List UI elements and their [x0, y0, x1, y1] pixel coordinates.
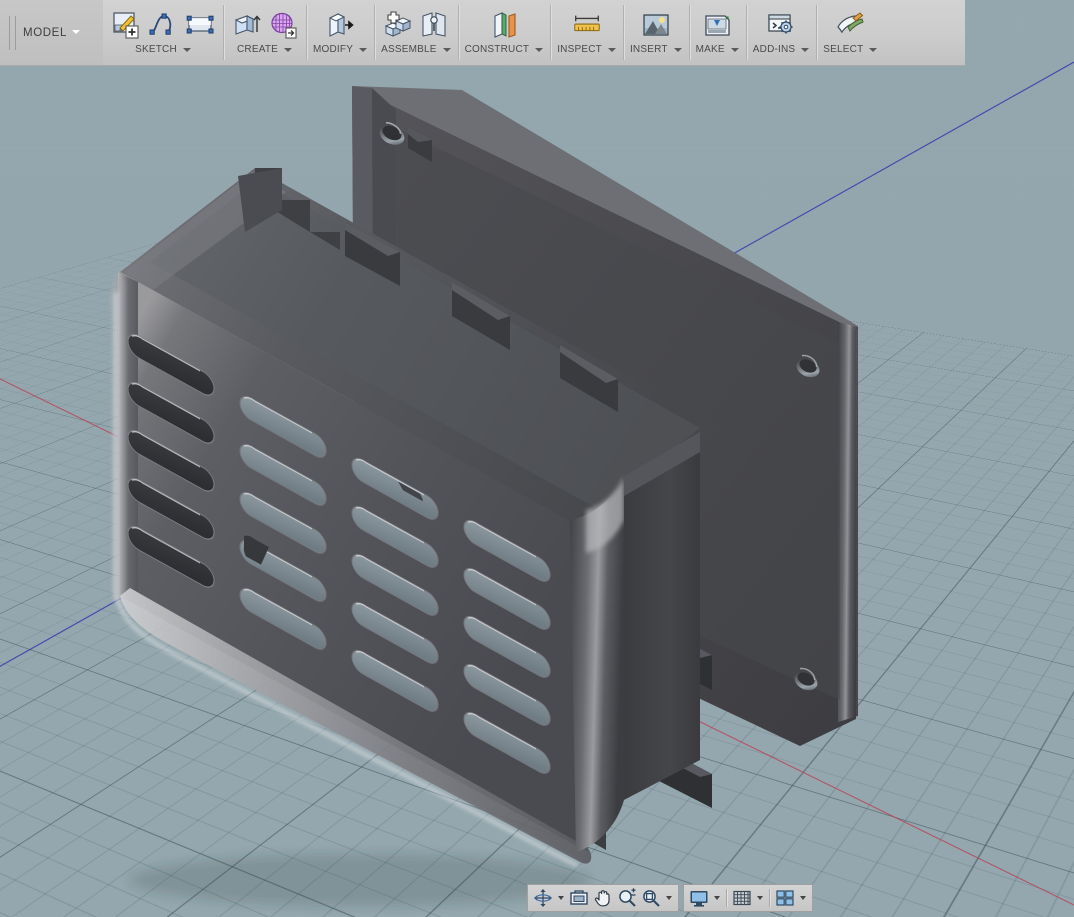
- label-text: MODIFY: [313, 44, 354, 55]
- label-text: INSERT: [629, 44, 668, 55]
- extrude-icon[interactable]: [230, 8, 262, 42]
- toolbar-group-sketch: SKETCH: [103, 0, 223, 65]
- world-axes: [0, 61, 1074, 906]
- 3d-print-icon[interactable]: [701, 8, 733, 42]
- display-settings-icon[interactable]: [687, 886, 711, 910]
- viewports-caret-icon[interactable]: [797, 886, 809, 910]
- toolbar-grip: [9, 16, 16, 50]
- toolbar-group-label-addins[interactable]: ADD-INS: [753, 44, 810, 55]
- viewports-icon[interactable]: [773, 886, 797, 910]
- label-text: SELECT: [823, 44, 864, 55]
- display-settings-caret-icon[interactable]: [711, 886, 723, 910]
- toolbar-group-construct: CONSTRUCT: [457, 0, 551, 65]
- look-at-icon[interactable]: [567, 886, 591, 910]
- toolbar-group-label-select[interactable]: SELECT: [823, 44, 878, 55]
- toolbar-group-label-make[interactable]: MAKE: [696, 44, 739, 55]
- pan-icon[interactable]: [591, 886, 615, 910]
- grid-snaps-icon[interactable]: [730, 886, 754, 910]
- offset-plane-icon[interactable]: [488, 8, 520, 42]
- select-paint-icon[interactable]: [834, 8, 866, 42]
- chevron-down-icon: [71, 30, 80, 35]
- label-text: ADD-INS: [752, 44, 796, 55]
- toolbar-group-label-inspect[interactable]: INSPECT: [557, 44, 616, 55]
- toolbar-group-label-create[interactable]: CREATE: [236, 44, 293, 55]
- joint-icon[interactable]: [418, 8, 450, 42]
- chevron-down-icon: [869, 47, 878, 52]
- fusion-app-window: MODEL SKETCH CREATE MODIFY ASSEMBLE CONS…: [0, 0, 1074, 917]
- toolbar-group-inspect: INSPECT: [550, 0, 623, 65]
- view-navigation-bar[interactable]: [527, 884, 679, 912]
- orbit-icon[interactable]: [531, 886, 555, 910]
- fit-icon[interactable]: [639, 886, 663, 910]
- chevron-down-icon: [442, 47, 451, 52]
- create-sketch-icon[interactable]: [110, 8, 142, 42]
- toolbar-group-label-modify[interactable]: MODIFY: [313, 44, 368, 55]
- toolbar-group-addins: ADD-INS: [745, 0, 817, 65]
- zoom-icon[interactable]: [615, 886, 639, 910]
- chevron-down-icon: [535, 47, 544, 52]
- navbar-separator: [769, 889, 770, 907]
- grid-snaps-caret-icon[interactable]: [754, 886, 766, 910]
- toolbar-group-label-assemble[interactable]: ASSEMBLE: [381, 44, 451, 55]
- 3d-viewport[interactable]: [0, 0, 1074, 917]
- label-text: CONSTRUCT: [464, 44, 530, 55]
- press-pull-icon[interactable]: [324, 8, 356, 42]
- chevron-down-icon: [182, 47, 191, 52]
- chevron-down-icon: [673, 47, 682, 52]
- workspace-label: MODEL: [23, 27, 80, 39]
- create-form-icon[interactable]: [267, 8, 299, 42]
- new-component-icon[interactable]: [381, 8, 413, 42]
- ribbon-toolbar[interactable]: MODEL SKETCH CREATE MODIFY ASSEMBLE CONS…: [0, 0, 965, 66]
- rectangle-icon[interactable]: [184, 8, 216, 42]
- navbar-separator: [726, 889, 727, 907]
- measure-icon[interactable]: [571, 8, 603, 42]
- workspace-label-text: MODEL: [23, 26, 67, 39]
- chevron-down-icon: [284, 47, 293, 52]
- toolbar-group-select: SELECT: [816, 0, 884, 65]
- toolbar-group-create: CREATE: [223, 0, 306, 65]
- fit-dropdown-caret-icon[interactable]: [663, 886, 675, 910]
- orbit-dropdown-caret-icon[interactable]: [555, 886, 567, 910]
- chevron-down-icon: [730, 47, 739, 52]
- toolbar-group-label-sketch[interactable]: SKETCH: [135, 44, 191, 55]
- spline-icon[interactable]: [147, 8, 179, 42]
- toolbar-group-make: MAKE: [688, 0, 746, 65]
- workspace-switcher[interactable]: MODEL: [0, 0, 103, 65]
- chevron-down-icon: [359, 47, 368, 52]
- label-text: SKETCH: [135, 44, 177, 55]
- label-text: CREATE: [236, 44, 279, 55]
- insert-image-icon[interactable]: [640, 8, 672, 42]
- display-settings-bar[interactable]: [683, 884, 813, 912]
- chevron-down-icon: [801, 47, 810, 52]
- toolbar-group-label-insert[interactable]: INSERT: [630, 44, 682, 55]
- toolbar-group-modify: MODIFY: [306, 0, 374, 65]
- toolbar-group-assemble: ASSEMBLE: [374, 0, 458, 65]
- toolbar-group-insert: INSERT: [622, 0, 689, 65]
- label-text: INSPECT: [557, 44, 602, 55]
- label-text: MAKE: [695, 44, 725, 55]
- label-text: ASSEMBLE: [381, 44, 437, 55]
- chevron-down-icon: [607, 47, 616, 52]
- scripts-addins-icon[interactable]: [765, 8, 797, 42]
- toolbar-group-label-construct[interactable]: CONSTRUCT: [465, 44, 544, 55]
